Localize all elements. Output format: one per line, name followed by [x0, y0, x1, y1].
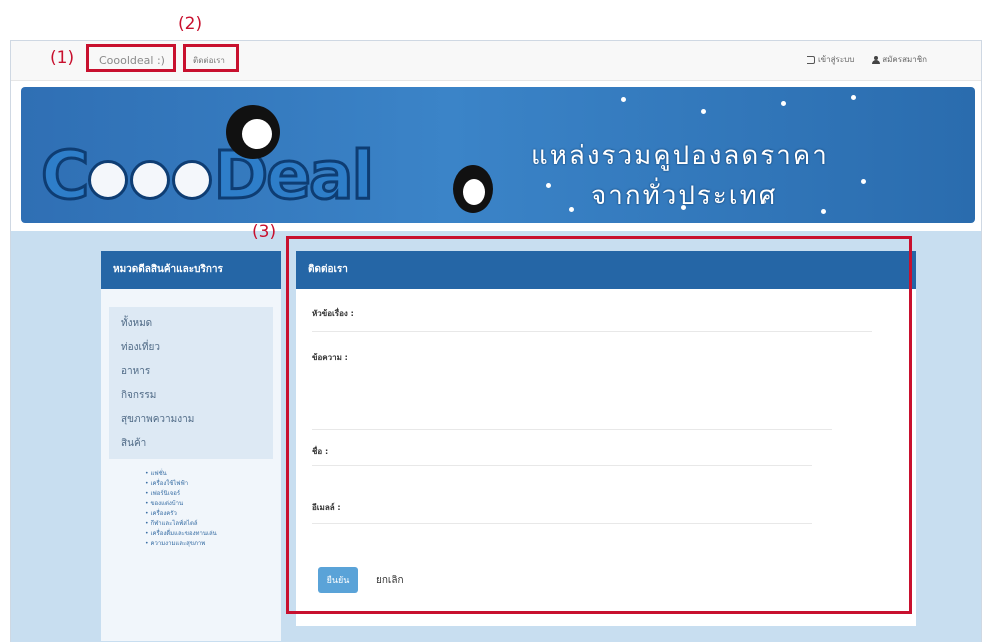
snow-dot	[546, 183, 551, 188]
subcategory-item[interactable]: แฟชั่น	[145, 469, 281, 479]
register-label: สมัครสมาชิก	[882, 55, 927, 64]
penguin-mascot-icon	[226, 105, 280, 159]
annotation-label-2: (2)	[178, 14, 203, 34]
category-item[interactable]: ทั้งหมด	[109, 311, 273, 335]
category-item[interactable]: กิจกรรม	[109, 383, 273, 407]
category-sidebar: หมวดดีลสินค้าและบริการ ทั้งหมด ท่องเที่ย…	[101, 251, 281, 641]
login-link[interactable]: เข้าสู่ระบบ	[806, 53, 855, 66]
banner-slogan-line1: แหล่งรวมคูปองลดราคา	[531, 141, 829, 171]
annotation-box-2	[183, 44, 239, 72]
snow-dot	[861, 179, 866, 184]
sign-in-icon	[806, 55, 815, 64]
snow-dot	[821, 209, 826, 214]
snow-dot	[851, 95, 856, 100]
snow-dot	[621, 97, 626, 102]
annotation-label-3: (3)	[252, 222, 277, 242]
subcategory-item[interactable]: เครื่องใช้ไฟฟ้า	[145, 479, 281, 489]
category-item[interactable]: ท่องเที่ยว	[109, 335, 273, 359]
category-list: ทั้งหมด ท่องเที่ยว อาหาร กิจกรรม สุขภาพค…	[109, 307, 273, 459]
logo-c: C	[39, 136, 90, 216]
register-link[interactable]: สมัครสมาชิก	[872, 53, 927, 66]
subcategory-item[interactable]: เฟอร์นิเจอร์	[145, 489, 281, 499]
snow-dot	[701, 109, 706, 114]
category-item[interactable]: อาหาร	[109, 359, 273, 383]
category-item[interactable]: สุขภาพความงาม	[109, 407, 273, 431]
category-item[interactable]: สินค้า	[109, 431, 273, 455]
annotation-label-1: (1)	[50, 48, 75, 68]
subcategory-item[interactable]: กีฬาและไลฟ์สไตล์	[145, 519, 281, 529]
subcategory-item[interactable]: เครื่องครัว	[145, 509, 281, 519]
header-banner: C Deal แหล่งรวมคูปองลดราคา จากทั่วประเทศ	[21, 87, 975, 223]
user-icon	[872, 55, 881, 64]
annotation-box-1	[86, 44, 176, 72]
snow-dot	[781, 101, 786, 106]
subcategory-item[interactable]: เครื่องดื่มและของทานเล่น	[145, 529, 281, 539]
subcategory-list: แฟชั่น เครื่องใช้ไฟฟ้า เฟอร์นิเจอร์ ของแ…	[101, 469, 281, 549]
annotation-box-3	[286, 236, 912, 614]
account-links: เข้าสู่ระบบ สมัครสมาชิก	[806, 53, 927, 66]
snow-dot	[569, 207, 574, 212]
sidebar-title: หมวดดีลสินค้าและบริการ	[101, 251, 281, 289]
subcategory-item[interactable]: ความงามและสุขภาพ	[145, 539, 281, 549]
banner-slogan-line2: จากทั่วประเทศ	[591, 181, 778, 211]
login-label: เข้าสู่ระบบ	[817, 55, 855, 64]
penguin-small-icon	[453, 165, 493, 213]
site-logo[interactable]: C Deal	[39, 136, 375, 216]
subcategory-item[interactable]: ของแต่งบ้าน	[145, 499, 281, 509]
